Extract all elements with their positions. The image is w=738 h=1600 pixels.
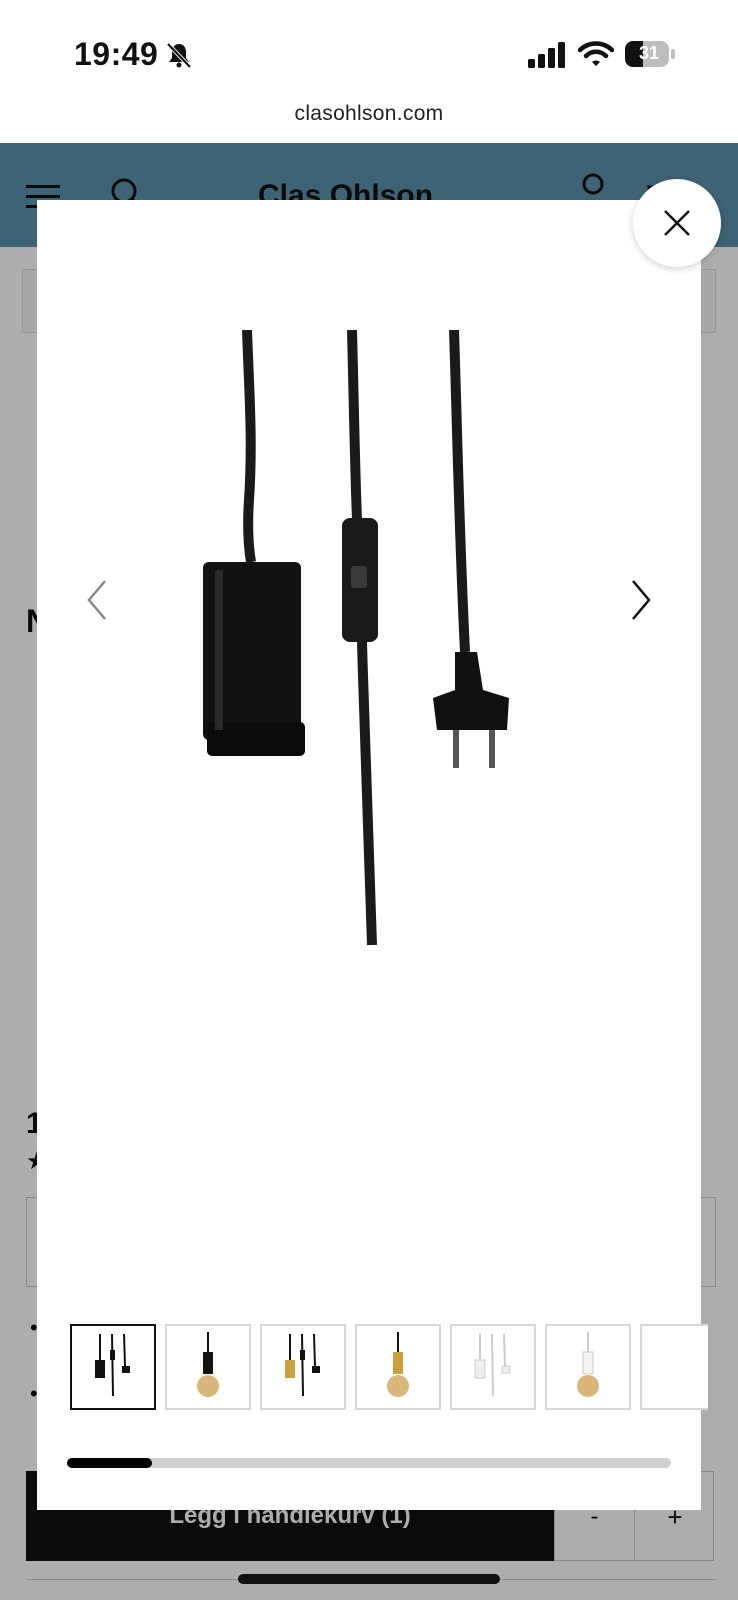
image-gallery-modal — [37, 200, 708, 1510]
gallery-scrollbar[interactable] — [67, 1458, 671, 1468]
thumbnail-partial[interactable] — [640, 1324, 708, 1410]
chevron-right-icon[interactable] — [621, 575, 661, 625]
thumbnail-black-with-bulb[interactable] — [165, 1324, 251, 1410]
url-text[interactable]: clasohlson.com — [0, 102, 738, 126]
battery-level: 31 — [638, 43, 660, 63]
product-image[interactable] — [197, 330, 557, 980]
thumbnail-image — [285, 1333, 320, 1397]
status-bar: 19:49 31 — [0, 0, 738, 95]
bell-slash-icon — [166, 42, 192, 69]
thumbnail-brass-cord-set[interactable] — [260, 1324, 346, 1410]
home-indicator — [238, 1574, 500, 1584]
gallery-scroll-thumb[interactable] — [67, 1458, 152, 1468]
thumbnail-image — [95, 1333, 130, 1397]
cellular-signal-icon — [528, 42, 565, 68]
close-button[interactable] — [633, 179, 721, 267]
thumbnail-image — [577, 1332, 599, 1397]
thumbnail-image — [197, 1332, 219, 1397]
address-bar[interactable]: clasohlson.com — [0, 95, 738, 143]
chevron-left-icon[interactable] — [77, 575, 117, 625]
thumbnail-image — [387, 1332, 409, 1397]
thumbnail-black-cord-set[interactable] — [70, 1324, 156, 1410]
thumbnail-white-cord-set[interactable] — [450, 1324, 536, 1410]
close-icon — [664, 210, 690, 236]
thumbnail-brass-with-bulb[interactable] — [355, 1324, 441, 1410]
wifi-icon — [578, 41, 614, 66]
thumbnail-white-with-bulb[interactable] — [545, 1324, 631, 1410]
thumbnail-strip[interactable] — [70, 1324, 708, 1412]
thumbnail-image — [474, 1333, 511, 1397]
status-time: 19:49 — [74, 36, 159, 72]
